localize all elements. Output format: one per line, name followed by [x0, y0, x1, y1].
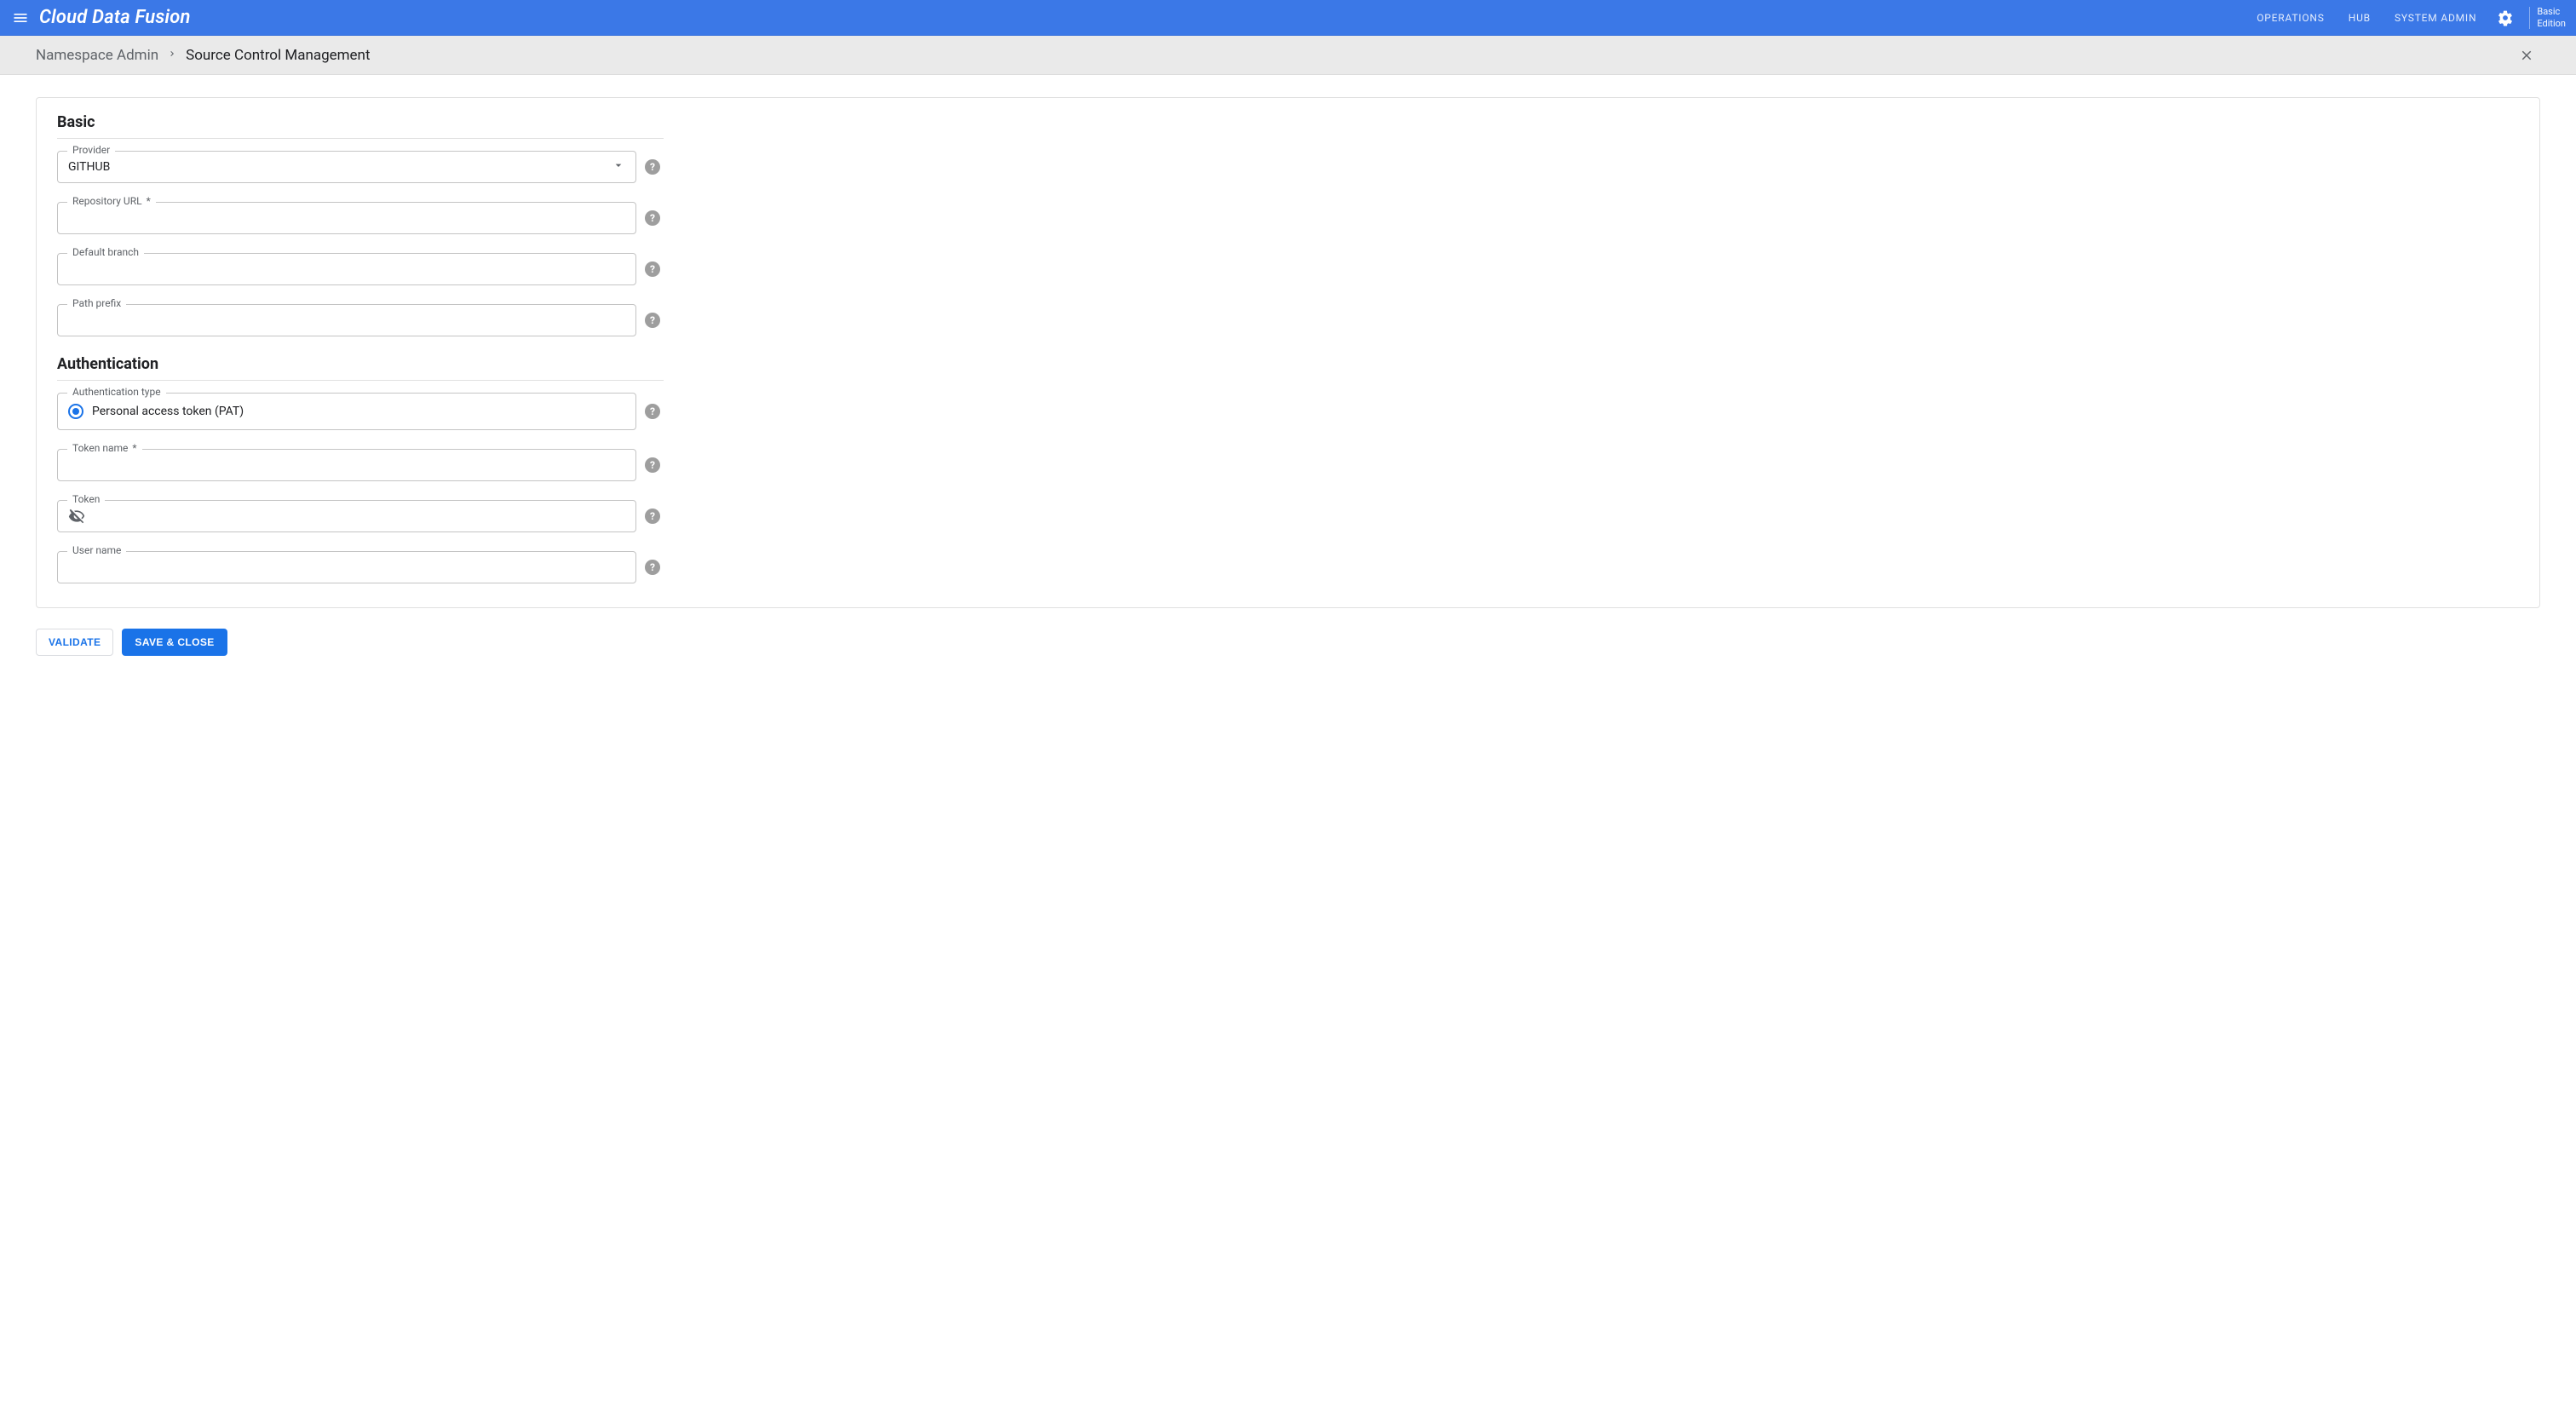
section-divider — [57, 380, 664, 381]
page-content: Basic Provider GITHUB ? Repository URL * — [0, 75, 2576, 678]
breadcrumb-current: Source Control Management — [186, 47, 370, 64]
section-title-basic: Basic — [57, 113, 2519, 131]
default-branch-input[interactable] — [68, 262, 625, 276]
help-icon[interactable]: ? — [645, 509, 660, 524]
row-token: Token ? — [57, 500, 2519, 532]
field-default-branch: Default branch — [57, 253, 636, 285]
form-panel: Basic Provider GITHUB ? Repository URL * — [36, 97, 2540, 608]
token-name-input[interactable] — [68, 458, 625, 472]
provider-value: GITHUB — [68, 160, 612, 174]
label-provider: Provider — [67, 144, 115, 156]
save-close-button[interactable]: SAVE & CLOSE — [122, 629, 227, 656]
radio-option-pat[interactable]: Personal access token (PAT) — [68, 404, 244, 419]
chevron-right-icon — [167, 49, 177, 62]
help-icon[interactable]: ? — [645, 560, 660, 575]
field-token-name: Token name * — [57, 449, 636, 481]
nav-hub[interactable]: HUB — [2349, 12, 2371, 24]
visibility-off-icon[interactable] — [68, 508, 85, 525]
field-repo-url: Repository URL * — [57, 202, 636, 234]
label-default-branch: Default branch — [67, 246, 144, 258]
repo-url-input[interactable] — [68, 211, 625, 225]
field-provider: Provider GITHUB — [57, 151, 636, 183]
validate-button[interactable]: VALIDATE — [36, 629, 113, 656]
label-repo-url: Repository URL * — [67, 195, 156, 207]
label-token-name: Token name * — [67, 442, 142, 454]
label-token: Token — [67, 493, 105, 505]
provider-select[interactable]: GITHUB — [57, 151, 636, 183]
row-user-name: User name ? — [57, 551, 2519, 583]
user-name-input[interactable] — [68, 560, 625, 574]
section-title-auth: Authentication — [57, 355, 2519, 373]
section-divider — [57, 138, 664, 139]
auth-type-group: Personal access token (PAT) — [57, 393, 636, 430]
top-app-bar: Cloud Data Fusion OPERATIONS HUB SYSTEM … — [0, 0, 2576, 36]
field-auth-type: Authentication type Personal access toke… — [57, 393, 636, 430]
edition-line2: Edition — [2537, 18, 2566, 29]
path-prefix-input-wrap — [57, 304, 636, 336]
help-icon[interactable]: ? — [645, 404, 660, 419]
close-icon[interactable] — [2513, 42, 2540, 69]
token-input-wrap — [57, 500, 636, 532]
app-title: Cloud Data Fusion — [39, 7, 191, 28]
help-icon[interactable]: ? — [645, 457, 660, 473]
radio-label-pat: Personal access token (PAT) — [92, 405, 244, 418]
label-auth-type: Authentication type — [67, 386, 166, 398]
field-user-name: User name — [57, 551, 636, 583]
row-default-branch: Default branch ? — [57, 253, 2519, 285]
default-branch-input-wrap — [57, 253, 636, 285]
topbar-divider — [2529, 7, 2530, 29]
user-name-input-wrap — [57, 551, 636, 583]
radio-icon — [68, 404, 83, 419]
help-icon[interactable]: ? — [645, 210, 660, 226]
edition-line1: Basic — [2537, 6, 2566, 17]
row-provider: Provider GITHUB ? — [57, 151, 2519, 183]
nav-operations[interactable]: OPERATIONS — [2257, 12, 2324, 24]
token-name-input-wrap — [57, 449, 636, 481]
label-path-prefix: Path prefix — [67, 297, 126, 309]
breadcrumb-parent[interactable]: Namespace Admin — [36, 47, 158, 64]
field-token: Token — [57, 500, 636, 532]
menu-icon[interactable] — [7, 4, 34, 32]
token-input[interactable] — [90, 509, 625, 523]
edition-label: Basic Edition — [2537, 6, 2566, 28]
chevron-down-icon — [612, 158, 625, 175]
row-repo-url: Repository URL * ? — [57, 202, 2519, 234]
label-user-name: User name — [67, 544, 126, 556]
field-path-prefix: Path prefix — [57, 304, 636, 336]
help-icon[interactable]: ? — [645, 159, 660, 175]
row-path-prefix: Path prefix ? — [57, 304, 2519, 336]
form-actions: VALIDATE SAVE & CLOSE — [36, 629, 2540, 656]
row-token-name: Token name * ? — [57, 449, 2519, 481]
settings-icon[interactable] — [2492, 4, 2519, 32]
nav-system-admin[interactable]: SYSTEM ADMIN — [2395, 12, 2476, 24]
help-icon[interactable]: ? — [645, 261, 660, 277]
help-icon[interactable]: ? — [645, 313, 660, 328]
row-auth-type: Authentication type Personal access toke… — [57, 393, 2519, 430]
breadcrumb: Namespace Admin Source Control Managemen… — [0, 36, 2576, 75]
path-prefix-input[interactable] — [68, 313, 625, 327]
